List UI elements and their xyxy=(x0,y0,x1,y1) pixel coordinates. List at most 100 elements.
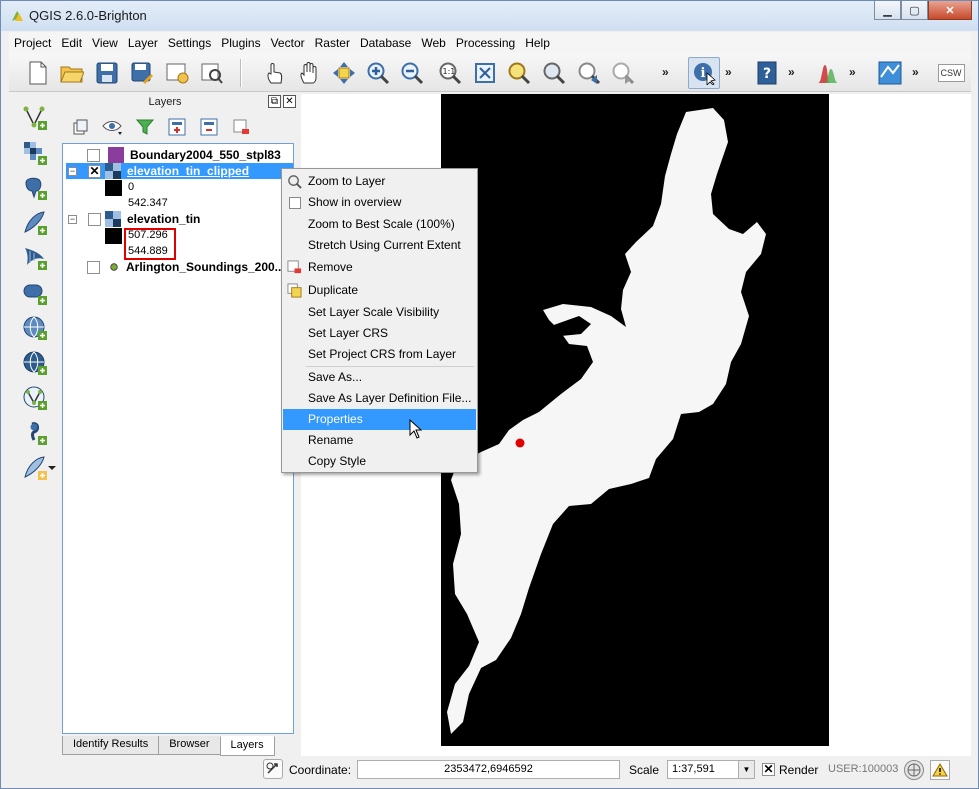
menu-save-as[interactable]: Save As... xyxy=(283,367,476,388)
toolbar-more-button[interactable]: » xyxy=(725,65,732,79)
add-wfs-layer-icon[interactable] xyxy=(21,384,49,412)
close-panel-button[interactable]: ✕ xyxy=(283,95,296,108)
crs-status-text[interactable]: USER:100003 xyxy=(828,763,898,775)
pan-map-icon[interactable] xyxy=(296,60,322,86)
open-project-icon[interactable] xyxy=(59,60,85,86)
menu-zoom-to-layer[interactable]: Zoom to Layer xyxy=(283,171,476,192)
toggle-extents-icon[interactable] xyxy=(263,759,283,779)
layer-row-elevation-tin[interactable]: − elevation_tin xyxy=(68,211,200,227)
layer-visibility-checkbox[interactable] xyxy=(87,148,100,162)
menu-raster[interactable]: Raster xyxy=(310,36,355,50)
menu-stretch-using-current-extent[interactable]: Stretch Using Current Extent xyxy=(283,235,476,256)
histogram-icon[interactable] xyxy=(815,60,841,86)
save-as-icon[interactable] xyxy=(129,60,155,86)
polygon-style-swatch xyxy=(108,147,124,163)
float-panel-button[interactable]: ⧉ xyxy=(268,95,281,108)
menu-duplicate[interactable]: Duplicate xyxy=(283,280,476,301)
tab-browser[interactable]: Browser xyxy=(158,736,221,755)
menu-layer[interactable]: Layer xyxy=(123,36,163,50)
touch-zoom-icon[interactable] xyxy=(261,60,287,86)
dropdown-arrow-icon[interactable] xyxy=(47,464,57,472)
collapse-toggle[interactable]: − xyxy=(68,214,77,224)
filter-legend-icon[interactable] xyxy=(134,116,156,138)
csw-button[interactable]: CSW xyxy=(937,60,965,86)
expand-all-icon[interactable] xyxy=(166,116,188,138)
layer-row-elevation-tin-clipped[interactable]: − ✕ elevation_tin_clipped xyxy=(66,163,293,179)
zoom-full-icon[interactable] xyxy=(472,60,498,86)
new-project-icon[interactable] xyxy=(25,60,51,86)
menu-show-in-overview[interactable]: Show in overview xyxy=(283,192,476,213)
layer-row-arlington-soundings[interactable]: Arlington_Soundings_200... xyxy=(87,259,285,275)
add-delimited-text-layer-icon[interactable] xyxy=(21,419,49,447)
remove-layer-icon[interactable] xyxy=(230,116,252,138)
zoom-last-icon[interactable] xyxy=(576,60,602,86)
menu-plugins[interactable]: Plugins xyxy=(216,36,265,50)
identify-features-icon[interactable]: i xyxy=(688,57,720,89)
zoom-native-resolution-icon[interactable]: 1:1 xyxy=(437,60,463,86)
menu-view[interactable]: View xyxy=(87,36,123,50)
tab-layers[interactable]: Layers xyxy=(219,736,275,756)
add-raster-layer-icon[interactable] xyxy=(21,139,49,167)
render-checkbox[interactable]: ✕ xyxy=(762,763,775,776)
layer-visibility-checkbox[interactable] xyxy=(88,212,101,226)
toolbar-more-button[interactable]: » xyxy=(788,65,795,79)
close-window-button[interactable]: ✕ xyxy=(928,1,972,20)
collapse-all-icon[interactable] xyxy=(198,116,220,138)
add-wcs-layer-icon[interactable] xyxy=(21,349,49,377)
add-group-icon[interactable] xyxy=(70,116,92,138)
zoom-out-icon[interactable] xyxy=(399,60,425,86)
menu-zoom-to-best-scale[interactable]: Zoom to Best Scale (100%) xyxy=(283,214,476,235)
zoom-next-icon[interactable] xyxy=(610,60,636,86)
toolbar-more-button[interactable]: » xyxy=(849,65,856,79)
collapse-toggle[interactable]: − xyxy=(68,166,77,176)
menu-label: Set Project CRS from Layer xyxy=(308,347,457,361)
minimize-button[interactable]: ▁ xyxy=(874,1,901,20)
menu-save-as-layer-definition-file[interactable]: Save As Layer Definition File... xyxy=(283,388,476,409)
menu-copy-style[interactable]: Copy Style xyxy=(283,451,476,472)
add-mssql-layer-icon[interactable] xyxy=(21,244,49,272)
menu-help[interactable]: Help xyxy=(520,36,555,50)
layer-name: Boundary2004_550_stpl83 xyxy=(130,148,281,162)
add-vector-layer-icon[interactable] xyxy=(21,104,49,132)
menu-set-layer-crs[interactable]: Set Layer CRS xyxy=(283,323,476,344)
projection-globe-icon[interactable] xyxy=(904,760,924,780)
coordinate-field[interactable]: 2353472,6946592 xyxy=(357,760,620,779)
georeferencer-icon[interactable] xyxy=(877,60,903,86)
menu-database[interactable]: Database xyxy=(355,36,416,50)
messages-warning-icon[interactable] xyxy=(930,760,950,780)
new-print-composer-icon[interactable] xyxy=(164,60,190,86)
add-postgis-layer-icon[interactable] xyxy=(21,174,49,202)
scale-combobox[interactable]: 1:37,591 ▼ xyxy=(667,760,755,779)
new-shapefile-layer-icon[interactable] xyxy=(21,454,49,482)
zoom-in-icon[interactable] xyxy=(365,60,391,86)
toolbar-more-button[interactable]: » xyxy=(912,65,919,79)
menu-project[interactable]: Project xyxy=(9,36,56,50)
menu-rename[interactable]: Rename xyxy=(283,430,476,451)
maximize-button[interactable]: ▢ xyxy=(901,1,928,20)
tab-identify-results[interactable]: Identify Results xyxy=(62,736,160,755)
pan-to-selection-icon[interactable] xyxy=(331,60,357,86)
zoom-to-selection-icon[interactable] xyxy=(506,60,532,86)
menu-vector[interactable]: Vector xyxy=(266,36,310,50)
composer-manager-icon[interactable] xyxy=(199,60,225,86)
layer-row-boundary[interactable]: Boundary2004_550_stpl83 xyxy=(87,147,281,163)
help-icon[interactable]: ? xyxy=(754,60,780,86)
menu-web[interactable]: Web xyxy=(416,36,450,50)
save-project-icon[interactable] xyxy=(94,60,120,86)
toolbar-more-button[interactable]: » xyxy=(662,65,669,79)
add-oracle-layer-icon[interactable] xyxy=(21,279,49,307)
add-spatialite-layer-icon[interactable] xyxy=(21,209,49,237)
menu-remove[interactable]: Remove xyxy=(283,257,476,278)
menu-set-project-crs-from-layer[interactable]: Set Project CRS from Layer xyxy=(283,344,476,365)
scale-dropdown-arrow-icon[interactable]: ▼ xyxy=(738,761,754,778)
menu-edit[interactable]: Edit xyxy=(56,36,87,50)
layer-visibility-checkbox[interactable] xyxy=(87,260,100,274)
menu-processing[interactable]: Processing xyxy=(451,36,520,50)
add-wms-layer-icon[interactable] xyxy=(21,314,49,342)
menu-settings[interactable]: Settings xyxy=(163,36,216,50)
menu-set-layer-scale-visibility[interactable]: Set Layer Scale Visibility xyxy=(283,302,476,323)
manage-visibility-icon[interactable] xyxy=(102,116,124,138)
menu-properties[interactable]: Properties xyxy=(283,409,476,430)
layer-visibility-checkbox[interactable]: ✕ xyxy=(88,164,101,178)
zoom-to-layer-icon[interactable] xyxy=(541,60,567,86)
